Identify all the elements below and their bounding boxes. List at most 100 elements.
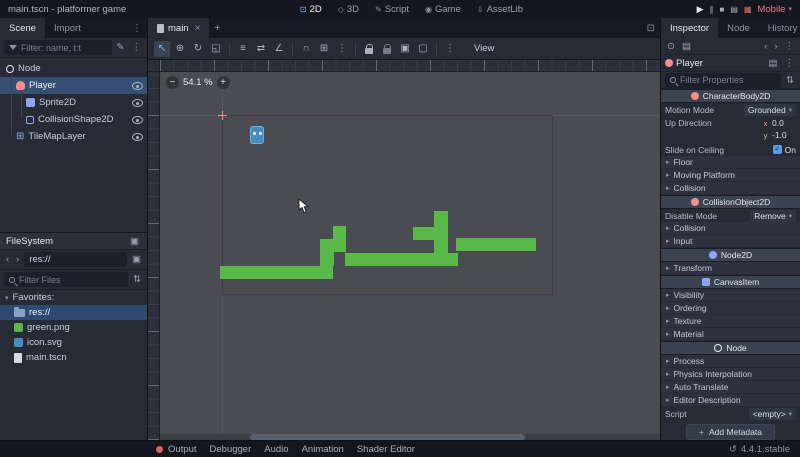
snap-options-icon[interactable]: ⋮ [334, 41, 350, 57]
script-dropdown[interactable]: <empty>▾ [749, 408, 796, 420]
load-resource-icon[interactable]: ▤ [680, 41, 693, 52]
movie-mode-icon[interactable]: ▤ [730, 5, 738, 14]
group-physics-interpolation[interactable]: ▸Physics Interpolation [661, 368, 800, 381]
pause-button[interactable]: ∥ [710, 5, 714, 14]
property-filter[interactable] [665, 73, 781, 88]
close-tab-icon[interactable]: × [195, 23, 201, 34]
scale-tool-icon[interactable]: ◱ [208, 41, 224, 57]
dock-menu-icon[interactable]: ⋮ [127, 18, 147, 38]
group-icon[interactable]: ▣ [397, 41, 413, 57]
history-forward-icon[interactable]: › [772, 41, 779, 52]
scene-filter[interactable] [4, 40, 112, 55]
group-visibility[interactable]: ▸Visibility [661, 289, 800, 302]
group-collision-body[interactable]: ▸Collision [661, 182, 800, 195]
file-item-main-tscn[interactable]: main.tscn [0, 350, 147, 365]
lock-icon[interactable] [361, 41, 377, 57]
group-transform[interactable]: ▸Transform [661, 262, 800, 275]
dock-position-icon[interactable]: ▣ [128, 236, 141, 247]
zoom-out-button[interactable]: − [166, 76, 179, 89]
file-filter[interactable] [4, 272, 128, 287]
inspector-menu-icon[interactable]: ⋮ [783, 41, 797, 52]
attach-script-icon[interactable]: ✎ [115, 42, 127, 53]
section-node2d[interactable]: Node2D [661, 248, 800, 262]
file-item-green-png[interactable]: green.png [0, 320, 147, 335]
bottom-tab-debugger[interactable]: Debugger [210, 444, 252, 455]
unlock-icon[interactable] [379, 41, 395, 57]
visibility-eye-icon[interactable] [132, 116, 143, 124]
scene-tree-item-player[interactable]: Player [0, 77, 147, 94]
horizontal-scrollbar[interactable] [160, 434, 660, 440]
grid-snap-icon[interactable]: ⊞ [316, 41, 332, 57]
current-path[interactable]: res:// [24, 252, 127, 267]
zoom-in-button[interactable]: + [217, 76, 230, 89]
visibility-eye-icon[interactable] [132, 133, 143, 141]
file-item-res[interactable]: res:// [0, 305, 147, 320]
group-material[interactable]: ▸Material [661, 328, 800, 341]
play-button[interactable]: ▶ [697, 4, 704, 15]
zoom-level[interactable]: 54.1 % [183, 77, 213, 88]
add-metadata-button[interactable]: +Add Metadata [686, 424, 775, 440]
tab-main-scene[interactable]: main × [148, 18, 209, 38]
section-node[interactable]: Node [661, 341, 800, 355]
version-info[interactable]: ↺4.4.1.stable [729, 444, 790, 455]
group-moving-platform[interactable]: ▸Moving Platform [661, 169, 800, 182]
nav-back-icon[interactable]: ‹ [4, 254, 11, 265]
visibility-eye-icon[interactable] [132, 99, 143, 107]
pan-tool-icon[interactable]: ⇄ [253, 41, 269, 57]
mode-assetlib-button[interactable]: ⇩AssetLib [469, 0, 531, 18]
stop-button[interactable]: ■ [720, 5, 725, 14]
up-direction-x-field[interactable]: 0.0 [772, 118, 796, 128]
new-tab-icon[interactable]: + [209, 18, 225, 38]
file-item-icon-svg[interactable]: icon.svg [0, 335, 147, 350]
disable-mode-dropdown[interactable]: Remove▾ [750, 210, 796, 222]
new-resource-icon[interactable]: ⊙ [665, 41, 677, 52]
section-canvasitem[interactable]: CanvasItem [661, 275, 800, 289]
node-extra-icon[interactable]: ⋮ [783, 58, 797, 69]
move-tool-icon[interactable]: ⊕ [172, 41, 188, 57]
nav-forward-icon[interactable]: › [14, 254, 21, 265]
scene-tree-item-collisionshape2d[interactable]: CollisionShape2D [0, 111, 147, 128]
mode-2d-button[interactable]: ⊡2D [292, 0, 330, 18]
scene-tree-item-sprite2d[interactable]: Sprite2D [0, 94, 147, 111]
smart-snap-icon[interactable]: ∩ [298, 41, 314, 57]
group-texture[interactable]: ▸Texture [661, 315, 800, 328]
mode-game-button[interactable]: ◉Game [417, 0, 469, 18]
ungroup-icon[interactable]: ▢ [415, 41, 431, 57]
section-characterbody2d[interactable]: CharacterBody2D [661, 89, 800, 103]
open-documentation-icon[interactable]: ▤ [767, 58, 780, 69]
group-input[interactable]: ▸Input [661, 235, 800, 248]
ruler-tool-icon[interactable]: ∠ [271, 41, 287, 57]
select-tool-icon[interactable]: ↖ [154, 41, 170, 57]
file-filter-input[interactable] [19, 275, 123, 285]
filesystem-header[interactable]: FileSystem ▣ [0, 232, 147, 250]
skeleton-options-icon[interactable]: ⋮ [442, 41, 458, 57]
group-collision-object[interactable]: ▸Collision [661, 222, 800, 235]
bottom-tab-audio[interactable]: Audio [264, 444, 288, 455]
property-filter-input[interactable] [680, 75, 776, 85]
tab-node[interactable]: Node [718, 18, 759, 38]
list-select-icon[interactable]: ≡ [235, 41, 251, 57]
scene-tree-item-tilemaplayer[interactable]: ⊞ TileMapLayer [0, 128, 147, 145]
history-back-icon[interactable]: ‹ [762, 41, 769, 52]
mode-3d-button[interactable]: ◇3D [330, 0, 367, 18]
slide-on-ceiling-checkbox[interactable]: On [773, 145, 796, 155]
tab-inspector[interactable]: Inspector [661, 18, 718, 38]
bottom-tab-shader-editor[interactable]: Shader Editor [357, 444, 415, 455]
bottom-tab-output[interactable]: Output [168, 444, 197, 455]
group-editor-description[interactable]: ▸Editor Description [661, 394, 800, 407]
group-auto-translate[interactable]: ▸Auto Translate [661, 381, 800, 394]
property-sort-icon[interactable]: ⇅ [784, 75, 796, 86]
tab-import[interactable]: Import [45, 18, 90, 38]
renderer-profile-dropdown[interactable]: Mobile▾ [757, 4, 792, 15]
group-floor[interactable]: ▸Floor [661, 156, 800, 169]
split-view-icon[interactable]: ▣ [130, 254, 143, 265]
scene-filter-input[interactable] [21, 43, 107, 53]
tab-history[interactable]: History [759, 18, 800, 38]
player-sprite[interactable] [250, 126, 264, 144]
group-process[interactable]: ▸Process [661, 355, 800, 368]
visibility-eye-icon[interactable] [132, 82, 143, 90]
up-direction-y-field[interactable]: -1.0 [772, 130, 796, 140]
scrollbar-thumb[interactable] [250, 434, 525, 440]
view-menu-button[interactable]: View [468, 42, 500, 55]
group-ordering[interactable]: ▸Ordering [661, 302, 800, 315]
